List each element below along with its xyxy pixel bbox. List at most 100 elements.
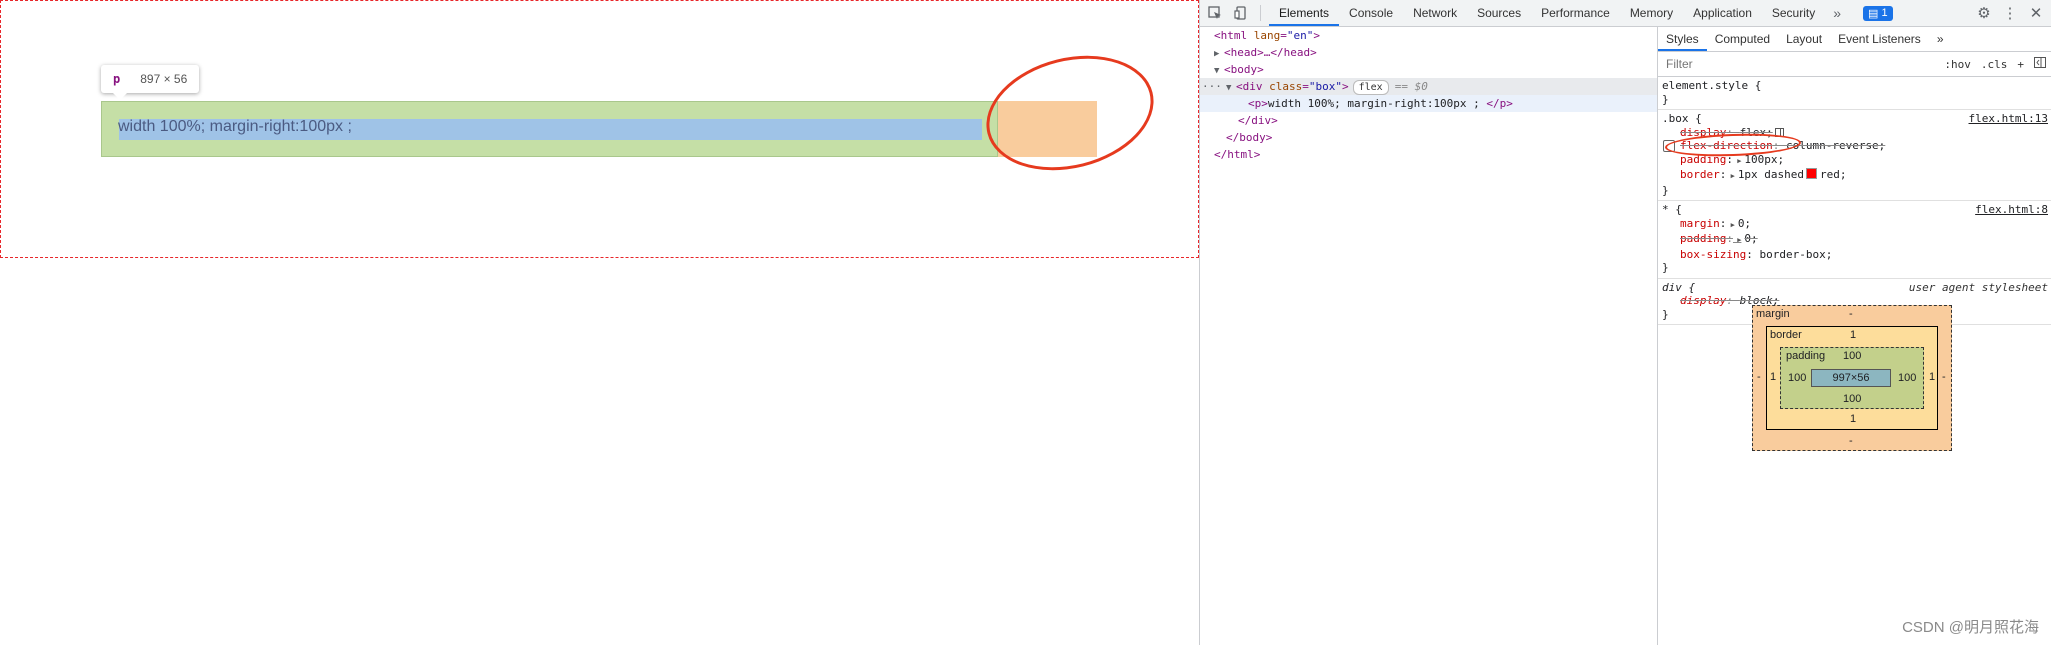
- star-source-link[interactable]: flex.html:8: [1975, 203, 2048, 217]
- subtab-computed[interactable]: Computed: [1707, 27, 1778, 51]
- tab-performance[interactable]: Performance: [1531, 0, 1620, 26]
- decl-border[interactable]: border: ▶ 1px dashed red;: [1662, 168, 2048, 184]
- device-toolbar-icon[interactable]: [1230, 2, 1252, 24]
- div-tag: div: [1242, 80, 1263, 93]
- p-text-node: width 100%; margin-right:100px ;: [1267, 97, 1487, 110]
- subtabs-more[interactable]: »: [1929, 27, 1952, 51]
- prop-name: margin: [1680, 216, 1720, 230]
- body-close-tag: </body>: [1226, 131, 1273, 144]
- ua-stylesheet-label: user agent stylesheet: [1908, 280, 2048, 294]
- tab-memory[interactable]: Memory: [1620, 0, 1683, 26]
- tab-application[interactable]: Application: [1683, 0, 1762, 26]
- watermark: CSDN @明月照花海: [1902, 619, 2039, 636]
- border-label: border: [1770, 329, 1802, 341]
- padding-right-value[interactable]: 100: [1898, 372, 1916, 384]
- devtools-toolbar: Elements Console Network Sources Perform…: [1200, 0, 2051, 27]
- toolbar-divider: [1260, 5, 1261, 21]
- tab-console[interactable]: Console: [1339, 0, 1403, 26]
- more-tabs-button[interactable]: »: [1825, 5, 1849, 21]
- tooltip-tag: p: [113, 72, 121, 86]
- hov-button[interactable]: :hov: [1944, 58, 1971, 71]
- styles-filter-bar: :hov .cls +: [1658, 52, 2051, 77]
- flex-badge[interactable]: flex: [1352, 80, 1389, 95]
- new-rule-button[interactable]: +: [2017, 58, 2024, 71]
- padding-bottom-value[interactable]: 100: [1843, 393, 1861, 405]
- close-icon[interactable]: ✕: [2026, 4, 2046, 22]
- styles-subtabs: Styles Computed Layout Event Listeners »: [1658, 27, 2051, 52]
- prop-value-color: red;: [1820, 168, 1847, 181]
- styles-filter-input[interactable]: [1664, 56, 1935, 72]
- inspect-element-icon[interactable]: [1204, 2, 1226, 24]
- expand-triangle-icon[interactable]: ▶: [1733, 157, 1741, 165]
- dom-body-close[interactable]: </body>: [1200, 129, 1657, 146]
- box-model-content[interactable]: 997×56: [1811, 369, 1891, 387]
- prop-name: display: [1680, 294, 1727, 307]
- issues-count: 1: [1881, 7, 1888, 19]
- decl-padding-zero[interactable]: padding: ▶ 0;: [1662, 232, 2048, 248]
- expand-triangle-icon[interactable]: ▶: [1726, 221, 1735, 229]
- page-viewport: width 100%; margin-right:100px ; p 897 ×…: [0, 0, 1199, 645]
- dom-p[interactable]: <p>width 100%; margin-right:100px ; </p>: [1200, 95, 1657, 112]
- rule-star[interactable]: * { flex.html:8 margin: ▶ 0; padding: ▶ 0;…: [1658, 201, 2051, 279]
- dom-html-close[interactable]: </html>: [1200, 146, 1657, 163]
- rule-element-style[interactable]: element.style { }: [1658, 77, 2051, 110]
- issues-badge[interactable]: ▤ 1: [1863, 5, 1893, 21]
- subtab-layout[interactable]: Layout: [1778, 27, 1830, 51]
- subtab-event-listeners[interactable]: Event Listeners: [1830, 27, 1929, 51]
- box-source-link[interactable]: flex.html:13: [1969, 112, 2048, 126]
- tab-security[interactable]: Security: [1762, 0, 1825, 26]
- border-left-value[interactable]: 1: [1770, 371, 1776, 383]
- tooltip-dims: 897 × 56: [140, 72, 188, 86]
- styles-pane: Styles Computed Layout Event Listeners »…: [1658, 27, 2051, 645]
- border-bottom-value[interactable]: 1: [1850, 413, 1856, 425]
- margin-label: margin: [1756, 308, 1790, 320]
- kebab-menu-icon[interactable]: ⋮: [2000, 4, 2020, 22]
- html-close-tag: </html>: [1214, 148, 1261, 161]
- padding-label: padding: [1786, 350, 1826, 362]
- box-model-margin[interactable]: margin - - - - border 1 1 1 1 padding 10…: [1752, 305, 1952, 451]
- prop-value: 0;: [1744, 232, 1758, 245]
- box-model-padding[interactable]: padding 100 100 100 100 997×56: [1780, 347, 1924, 409]
- rule-close-brace: }: [1662, 92, 1669, 106]
- tab-network[interactable]: Network: [1403, 0, 1467, 26]
- rule-close-brace: }: [1662, 183, 1669, 197]
- message-icon: ▤: [1868, 7, 1879, 20]
- padding-left-value[interactable]: 100: [1788, 372, 1806, 384]
- margin-left-value[interactable]: -: [1757, 371, 1761, 383]
- prop-name: border: [1680, 168, 1720, 181]
- node-dots[interactable]: ···: [1202, 78, 1222, 95]
- expand-triangle-icon[interactable]: ▶: [1733, 236, 1741, 244]
- decl-margin[interactable]: margin: ▶ 0;: [1662, 217, 2048, 233]
- box-model-diagram: margin - - - - border 1 1 1 1 padding 10…: [1752, 305, 1952, 451]
- subtab-styles[interactable]: Styles: [1658, 27, 1707, 51]
- box-model-border[interactable]: border 1 1 1 1 padding 100 100 100 100 9…: [1766, 326, 1938, 430]
- dom-div-close[interactable]: </div>: [1200, 112, 1657, 129]
- gear-icon[interactable]: ⚙: [1974, 4, 1994, 22]
- rule-close-brace: }: [1662, 261, 1669, 274]
- dom-div-box[interactable]: ··· ▼ <div class="box"> flex == $0: [1200, 78, 1657, 95]
- head-node: <head>…</head>: [1224, 46, 1317, 59]
- tab-sources[interactable]: Sources: [1467, 0, 1531, 26]
- margin-right-value[interactable]: -: [1942, 371, 1946, 383]
- dom-html-open[interactable]: <html lang="en">: [1200, 27, 1657, 44]
- margin-bottom-value[interactable]: -: [1849, 435, 1853, 447]
- div-close-tag: </div>: [1238, 114, 1278, 127]
- selected-node-marker: == $0: [1394, 80, 1428, 93]
- html-attr-value: "en": [1286, 29, 1314, 42]
- decl-box-sizing[interactable]: box-sizing: border-box;: [1662, 248, 2048, 262]
- toggle-sidebar-icon[interactable]: [2034, 57, 2046, 71]
- border-right-value[interactable]: 1: [1929, 371, 1935, 383]
- div-attr-name: class: [1269, 80, 1303, 93]
- paragraph-text: width 100%; margin-right:100px ;: [118, 118, 352, 135]
- cls-button[interactable]: .cls: [1981, 58, 2008, 71]
- dom-head[interactable]: ▶ <head>…</head>: [1200, 44, 1657, 61]
- dom-body-open[interactable]: ▼ <body>: [1200, 61, 1657, 78]
- prop-name: box-sizing: [1680, 247, 1747, 261]
- expand-triangle-icon[interactable]: ▶: [1726, 172, 1735, 180]
- margin-top-value[interactable]: -: [1849, 308, 1853, 320]
- padding-top-value[interactable]: 100: [1843, 350, 1861, 362]
- p-close-tag: </p>: [1486, 97, 1513, 110]
- tab-elements[interactable]: Elements: [1269, 0, 1340, 26]
- border-top-value[interactable]: 1: [1850, 329, 1856, 341]
- color-swatch[interactable]: [1806, 168, 1818, 179]
